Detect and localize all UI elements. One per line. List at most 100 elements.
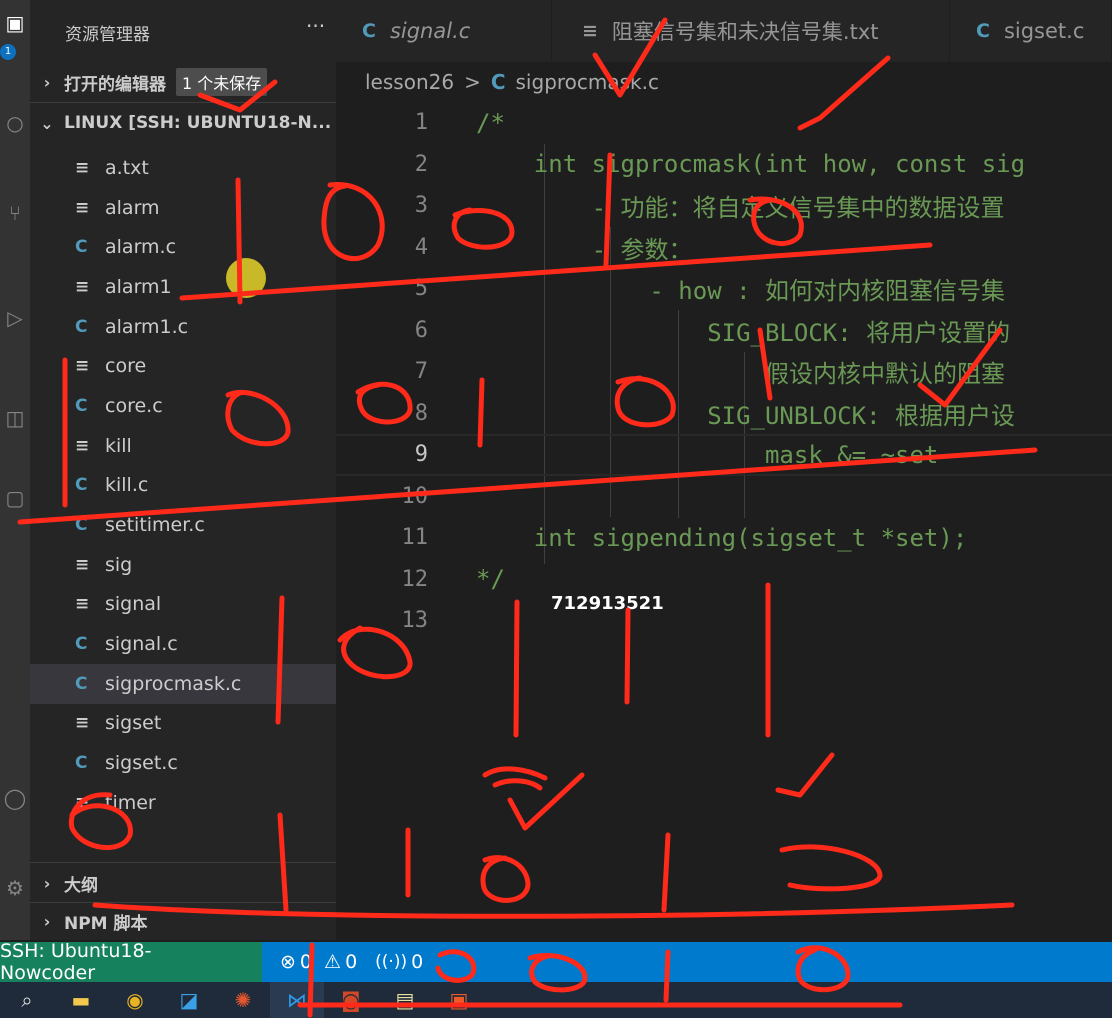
- app-orange-icon[interactable]: ▣: [432, 982, 486, 1018]
- code-line[interactable]: 11 int sigpending(sigset_t *set);: [336, 517, 1112, 559]
- file-name: sig: [105, 553, 133, 576]
- remote-indicator[interactable]: SSH: Ubuntu18-Nowcoder: [0, 940, 262, 984]
- code-line[interactable]: 8 SIG_UNBLOCK: 根据用户设: [336, 393, 1112, 435]
- file-item[interactable]: ≡ timer: [30, 783, 336, 823]
- file-name: core.c: [105, 394, 163, 417]
- source-control-icon[interactable]: ⑂: [2, 200, 28, 226]
- file-name: kill: [105, 434, 132, 457]
- file-item[interactable]: ≡ sig: [30, 545, 336, 585]
- code-text: int sigprocmask(int how, const sig: [476, 150, 1026, 179]
- error-count: 0: [299, 951, 313, 973]
- code-line[interactable]: 6 SIG_BLOCK: 将用户设置的: [336, 310, 1112, 352]
- code-line[interactable]: 3 - 功能：将自定义信号集中的数据设置: [336, 185, 1112, 227]
- line-number: 12: [401, 566, 429, 592]
- ink-stroke: [507, 772, 585, 831]
- run-debug-icon[interactable]: ▷: [2, 305, 28, 331]
- settings-gear-icon[interactable]: ⚙: [2, 875, 28, 901]
- workspace-section[interactable]: ⌄ LINUX [SSH: UBUNTU18-N...: [30, 103, 336, 143]
- file-item[interactable]: ≡ alarm: [30, 188, 336, 228]
- window-icon[interactable]: ◪: [162, 982, 216, 1018]
- code-line[interactable]: 1 /*: [336, 102, 1112, 144]
- text-file-icon: ≡: [582, 20, 598, 42]
- file-name: alarm.c: [105, 236, 177, 259]
- breadcrumb-folder[interactable]: lesson26: [365, 70, 454, 94]
- file-item[interactable]: ≡ signal: [30, 585, 336, 625]
- file-item[interactable]: Ccore.c: [30, 386, 336, 426]
- code-line[interactable]: 9 mask &= ~set: [336, 434, 1112, 476]
- warning-icon: ⚠: [324, 951, 342, 973]
- text-file-icon: ≡: [75, 435, 90, 456]
- ports-status[interactable]: ((·)) 0: [375, 951, 423, 973]
- file-item[interactable]: Csetitimer.c: [30, 505, 336, 545]
- code-line[interactable]: 13: [336, 600, 1112, 642]
- file-explorer-icon[interactable]: ▬: [54, 982, 108, 1018]
- code-text: SIG_BLOCK: 将用户设置的: [476, 318, 1011, 347]
- code-line[interactable]: 2 int sigprocmask(int how, const sig: [336, 144, 1112, 186]
- file-item[interactable]: Csignal.c: [30, 624, 336, 664]
- tab-blocked-signal-txt[interactable]: ≡ 阻塞信号集和未决信号集.txt: [552, 0, 950, 62]
- line-number: 2: [414, 151, 428, 177]
- open-editors-section[interactable]: › 打开的编辑器 1 个未保存: [30, 62, 336, 102]
- chevron-right-icon: ›: [43, 873, 51, 893]
- file-item[interactable]: ≡ core: [30, 346, 336, 386]
- explorer-title: 资源管理器: [65, 25, 150, 45]
- code-line[interactable]: 5 - how : 如何对内核阻塞信号集: [336, 268, 1112, 310]
- text-file-icon: ≡: [75, 356, 90, 377]
- search-icon[interactable]: ⌕: [0, 982, 54, 1018]
- code-line[interactable]: 4 - 参数：: [336, 227, 1112, 269]
- line-number: 11: [401, 525, 429, 551]
- c-file-icon: C: [75, 316, 88, 337]
- more-actions-icon[interactable]: ···: [306, 14, 325, 38]
- outline-section[interactable]: › 大纲: [30, 863, 336, 903]
- file-name: sigprocmask.c: [105, 672, 242, 695]
- app-swirl-icon[interactable]: ✺: [216, 982, 270, 1018]
- notepad-icon[interactable]: ▤: [378, 982, 432, 1018]
- warning-count: 0: [345, 951, 358, 973]
- file-item[interactable]: ≡ a.txt: [30, 148, 336, 188]
- file-tree: ≡ a.txt ≡ alarm Calarm.c ≡ alarm1 Calarm1.c ≡ cor…: [30, 148, 336, 823]
- file-item[interactable]: Csigprocmask.c: [30, 663, 336, 704]
- file-name: a.txt: [105, 156, 149, 179]
- file-item[interactable]: ≡ sigset: [30, 704, 336, 744]
- vscode-icon[interactable]: ⋈: [270, 982, 324, 1018]
- account-icon[interactable]: ◯: [2, 785, 28, 811]
- file-item[interactable]: ≡ alarm1: [30, 267, 336, 307]
- breadcrumb: lesson26 > C sigprocmask.c: [365, 70, 659, 94]
- problems-status[interactable]: ⊗ 0 ⚠ 0: [280, 951, 357, 973]
- remote-explorer-icon[interactable]: ◫: [2, 405, 28, 431]
- npm-scripts-section[interactable]: › NPM 脚本: [30, 902, 336, 940]
- file-item[interactable]: Ckill.c: [30, 466, 336, 506]
- code-editor[interactable]: 1/* 2 int sigprocmask(int how, const sig 3…: [336, 102, 1112, 762]
- tab-signal-c[interactable]: C signal.c: [336, 0, 552, 62]
- line-number: 10: [401, 483, 429, 509]
- broadcast-icon: ((·)): [375, 952, 408, 972]
- tab-label: signal.c: [389, 19, 471, 43]
- code-text: mask &= ~set: [476, 440, 939, 469]
- code-text: */: [476, 565, 505, 594]
- explorer-icon[interactable]: ▣: [2, 10, 28, 36]
- search-icon[interactable]: ○: [2, 110, 28, 136]
- breadcrumb-separator: >: [464, 70, 481, 94]
- file-item[interactable]: Calarm1.c: [30, 307, 336, 347]
- code-line[interactable]: 7 假设内核中默认的阻塞: [336, 351, 1112, 393]
- file-item[interactable]: ≡ kill: [30, 426, 336, 466]
- c-file-icon: C: [75, 395, 88, 416]
- chrome-icon[interactable]: ◉: [108, 982, 162, 1018]
- code-line[interactable]: 10: [336, 476, 1112, 518]
- code-line[interactable]: 12 */: [336, 559, 1112, 601]
- file-item[interactable]: Csigset.c: [30, 743, 336, 783]
- extensions-icon[interactable]: ▢: [2, 485, 28, 511]
- breadcrumb-file[interactable]: sigprocmask.c: [516, 70, 659, 94]
- line-number: 9: [414, 442, 428, 468]
- ink-stroke: [779, 844, 883, 892]
- c-file-icon: C: [75, 634, 88, 655]
- c-file-icon: C: [976, 20, 990, 42]
- workspace-label: LINUX [SSH: UBUNTU18-N...: [64, 113, 332, 133]
- code-text: 假设内核中默认的阻塞: [476, 360, 1005, 389]
- line-number: 4: [414, 234, 428, 260]
- line-number: 6: [414, 317, 428, 343]
- file-name: sigset.c: [105, 752, 178, 775]
- file-item[interactable]: Calarm.c: [30, 227, 336, 267]
- tab-sigset-c[interactable]: C sigset.c: [950, 0, 1112, 62]
- powerpoint-icon[interactable]: ◙: [324, 982, 378, 1018]
